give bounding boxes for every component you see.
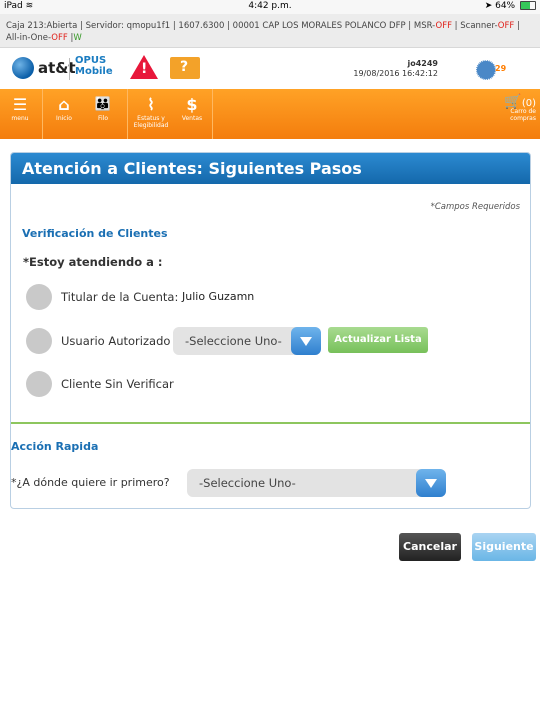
allinone-status: OFF: [51, 33, 68, 43]
opus-mobile-logo: OPUS Mobile: [75, 55, 113, 77]
brand-header: at&t OPUS Mobile ! ? jo4249 19/08/2016 1…: [0, 49, 540, 89]
nav-menu[interactable]: ☰ menu: [4, 89, 36, 139]
session-datetime: 19/08/2016 16:42:12: [353, 69, 438, 78]
main-nav-bar: ☰ menu ⌂ Inicio 👪 Filo ⌇ Estatus y Elegi…: [0, 89, 540, 139]
help-folder-icon[interactable]: ?: [170, 57, 200, 79]
titular-label: Titular de la Cuenta:: [61, 290, 179, 304]
nav-filo[interactable]: 👪 Filo: [86, 89, 120, 139]
quick-action-question: *¿A dónde quiere ir primero?: [11, 476, 170, 489]
people-icon: 👪: [94, 97, 112, 112]
alert-exclamation: !: [141, 61, 148, 77]
battery-status: ➤ 64%: [485, 1, 536, 11]
verification-section-title: Verificación de Clientes: [22, 227, 168, 240]
shopping-cart[interactable]: 🛒(0) Carro de compras: [504, 95, 536, 122]
radio-usuario-autorizado[interactable]: [26, 328, 52, 354]
ios-status-bar: iPad ≋ 4:42 p.m. ➤ 64%: [0, 0, 540, 14]
quick-action-title: Acción Rapida: [11, 440, 99, 453]
pulse-icon: ⌇: [147, 95, 155, 114]
clock: 4:42 p.m.: [248, 1, 292, 11]
quick-action-select-value: -Seleccione Uno-: [199, 476, 296, 490]
next-button[interactable]: Siguiente: [472, 533, 536, 561]
chevron-down-icon: [291, 327, 321, 355]
session-info-strip: Caja 213:Abierta | Servidor: qmopu1f1 | …: [0, 14, 540, 48]
usuario-autorizado-label: Usuario Autorizado: [61, 334, 171, 348]
radio-titular[interactable]: [26, 284, 52, 310]
menu-icon: ☰: [12, 95, 28, 114]
notifications-icon[interactable]: [476, 60, 496, 80]
section-divider: [11, 422, 530, 424]
nav-inicio[interactable]: ⌂ Inicio: [48, 89, 80, 139]
titular-name: Julio Guzamn: [182, 290, 255, 303]
chevron-down-icon: [416, 469, 446, 497]
notification-count: 29: [495, 64, 507, 73]
usuario-select[interactable]: -Seleccione Uno-: [173, 327, 321, 355]
att-globe-logo: [12, 57, 34, 79]
attending-question: *Estoy atendiendo a :: [23, 255, 163, 269]
nav-estatus[interactable]: ⌇ Estatus y Elegibilidad: [130, 89, 172, 139]
location-icon: ➤: [484, 1, 493, 11]
customer-attention-panel: Atención a Clientes: Siguientes Pasos *C…: [10, 152, 531, 509]
logo-divider: [69, 58, 70, 80]
home-icon: ⌂: [58, 95, 70, 114]
cliente-sin-verificar-label: Cliente Sin Verificar: [61, 377, 174, 391]
required-fields-note: *Campos Requeridos: [430, 202, 520, 212]
w-status: W: [73, 33, 82, 43]
msr-status: OFF: [435, 21, 452, 31]
panel-title: Atención a Clientes: Siguientes Pasos: [11, 153, 530, 184]
radio-cliente-sin-verificar[interactable]: [26, 371, 52, 397]
actualizar-lista-button[interactable]: Actualizar Lista: [328, 327, 428, 353]
scanner-status: OFF: [497, 21, 515, 31]
user-id: jo4249: [407, 59, 438, 68]
nav-ventas[interactable]: $ Ventas: [176, 89, 208, 139]
user-info: jo4249 19/08/2016 16:42:12: [340, 59, 438, 79]
battery-icon: [520, 1, 536, 10]
usuario-select-value: -Seleccione Uno-: [185, 334, 282, 348]
cancel-button[interactable]: Cancelar: [399, 533, 461, 561]
quick-action-select[interactable]: -Seleccione Uno-: [187, 469, 446, 497]
dollar-icon: $: [186, 95, 198, 114]
